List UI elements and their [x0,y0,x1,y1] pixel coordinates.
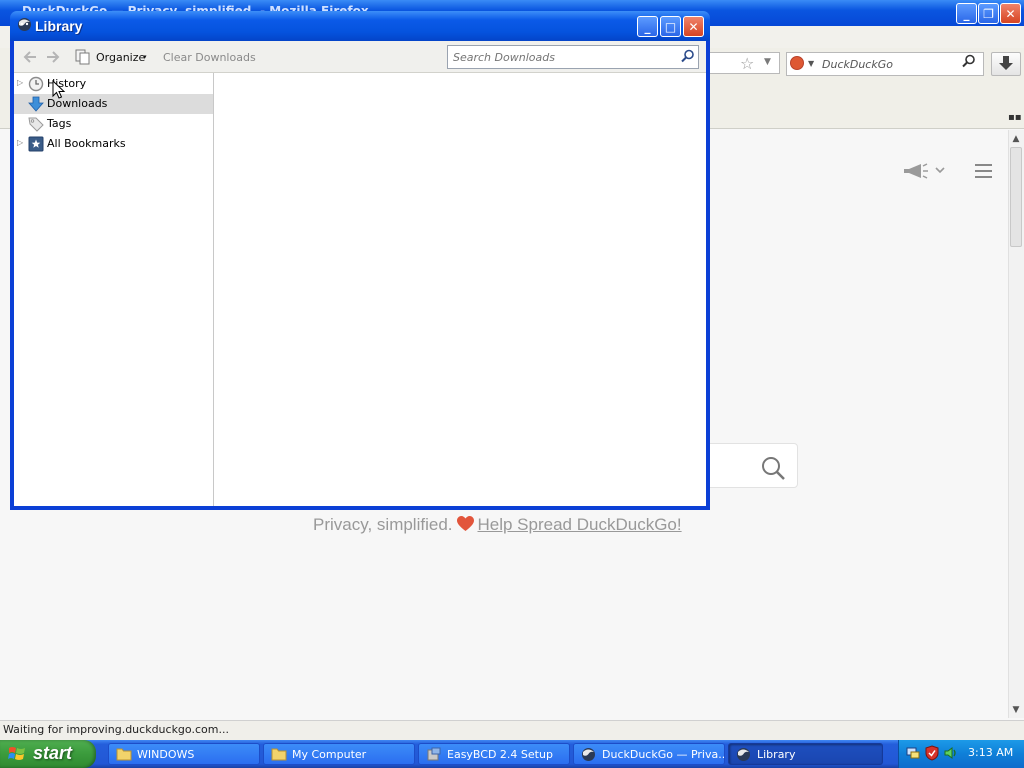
windows-flag-icon [8,745,28,766]
taskbar-item-library[interactable]: Library [728,743,883,765]
scroll-down-icon[interactable]: ▼ [1008,702,1024,718]
organize-dropdown-icon[interactable]: ▾ [143,53,147,61]
library-close-button[interactable]: ✕ [683,16,704,37]
tree-item-downloads[interactable]: Downloads [14,94,213,114]
library-titlebar[interactable] [10,11,710,41]
library-minimize-button[interactable]: _ [637,16,658,37]
search-icon[interactable] [681,49,695,66]
back-arrow-icon[interactable] [23,50,37,67]
tag-icon [28,116,44,135]
help-spread-link[interactable]: Help Spread DuckDuckGo! [478,515,682,534]
toolbar-overflow-icon[interactable]: ▪▪ [1008,112,1022,123]
tagline-text: Privacy, simplified. [313,515,453,534]
organize-icon[interactable] [75,49,93,68]
heart-icon [456,516,474,537]
tree-item-all-bookmarks[interactable]: ▷ All Bookmarks [14,134,213,154]
task-label: My Computer [292,748,367,761]
downloads-list-pane[interactable] [214,73,706,506]
tree-item-tags[interactable]: Tags [14,114,213,134]
volume-tray-icon[interactable] [943,745,959,764]
security-shield-icon[interactable] [925,745,939,764]
duckduckgo-engine-icon[interactable] [790,56,804,70]
megaphone-icon[interactable] [902,163,946,182]
network-tray-icon[interactable] [905,745,921,764]
search-icon[interactable] [962,54,976,71]
taskbar-item-my-computer[interactable]: My Computer [263,743,415,765]
browser-restore-button[interactable]: ❐ [978,3,999,24]
expand-twisty-icon[interactable]: ▷ [17,78,23,87]
status-text: Waiting for improving.duckduckgo.com... [3,723,229,736]
clock-icon [28,76,44,95]
download-arrow-icon [28,96,44,115]
taskbar-clock: 3:13 AM [968,746,1014,759]
scroll-thumb[interactable] [1010,147,1022,247]
task-label: DuckDuckGo — Priva... [602,748,725,761]
bookmark-star-icon[interactable]: ☆ [740,54,754,73]
download-arrow-icon [999,56,1013,70]
taskbar-item-windows[interactable]: WINDOWS [108,743,260,765]
mouse-cursor-icon [52,79,66,103]
bookmarks-star-icon [28,136,44,155]
organize-button[interactable]: Organize [96,51,145,64]
tree-item-label: Tags [47,117,72,130]
hamburger-menu-icon[interactable] [975,164,993,181]
downloads-button[interactable] [991,52,1021,76]
clear-downloads-button[interactable]: Clear Downloads [163,51,256,64]
firefox-icon [736,747,751,764]
tree-item-history[interactable]: ▷ History [14,74,213,94]
firefox-icon [581,747,596,764]
tree-item-label: All Bookmarks [47,137,126,150]
firefox-icon [17,17,32,35]
browser-close-button[interactable]: ✕ [1000,3,1021,24]
taskbar-item-easybcd-setup[interactable]: EasyBCD 2.4 Setup [418,743,570,765]
url-history-dropdown-icon[interactable]: ▼ [764,57,771,67]
forward-arrow-icon[interactable] [46,50,60,67]
library-title: Library [35,18,83,34]
tagline: Privacy, simplified. Help Spread DuckDuck… [313,515,682,537]
browser-search-placeholder[interactable]: DuckDuckGo [822,58,893,71]
task-label: EasyBCD 2.4 Setup [447,748,553,761]
folder-icon [271,747,287,764]
installer-icon [426,747,442,764]
ddg-search-icon[interactable] [760,455,786,484]
search-downloads-input[interactable] [449,47,675,67]
library-maximize-button[interactable]: □ [660,16,681,37]
folder-icon [116,747,132,764]
start-label[interactable]: start [33,743,72,764]
search-engine-dropdown-icon[interactable]: ▼ [808,59,814,68]
browser-minimize-button[interactable]: _ [956,3,977,24]
taskbar-item-duckduckgo[interactable]: DuckDuckGo — Priva... [573,743,725,765]
task-label: WINDOWS [137,748,195,761]
expand-twisty-icon[interactable]: ▷ [17,138,23,147]
scroll-up-icon[interactable]: ▲ [1008,131,1024,147]
task-label: Library [757,748,796,761]
